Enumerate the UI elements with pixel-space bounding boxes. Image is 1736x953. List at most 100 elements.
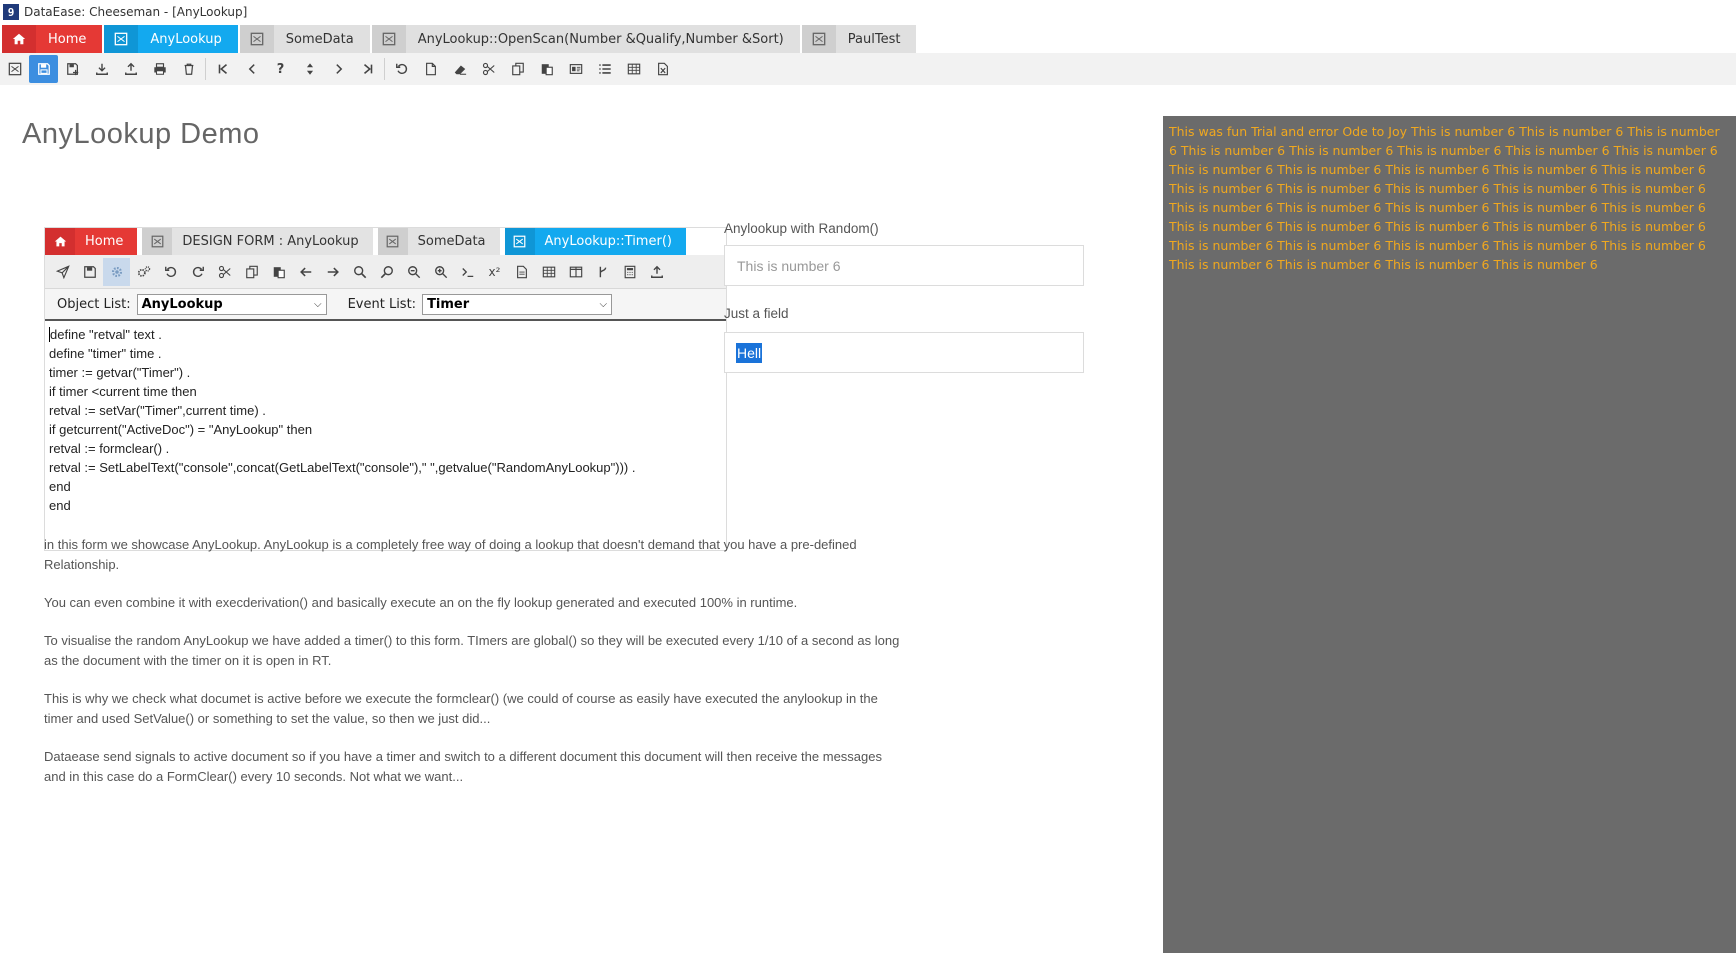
form-properties-icon[interactable] <box>561 55 590 83</box>
save-button[interactable] <box>29 55 58 83</box>
send-icon[interactable] <box>49 258 76 286</box>
code-line: if timer <current time then <box>49 384 197 399</box>
form-icon <box>239 25 274 53</box>
code-line: end <box>49 479 71 494</box>
branch-icon[interactable] <box>589 258 616 286</box>
tab-label: PaulTest <box>847 31 901 47</box>
designer-tab-design-form[interactable]: DESIGN FORM : AnyLookup <box>142 228 373 255</box>
tab-home[interactable]: Home <box>2 25 103 53</box>
selected-text: Hell <box>736 342 763 363</box>
copy-icon[interactable] <box>503 55 532 83</box>
code-line: define "retval" text . <box>50 327 162 342</box>
superscript-icon[interactable]: x² <box>481 258 508 286</box>
print-icon[interactable] <box>145 55 174 83</box>
eraser-icon[interactable] <box>445 55 474 83</box>
toolbar-separator <box>384 58 385 80</box>
cut-icon[interactable] <box>474 55 503 83</box>
terminal-icon[interactable] <box>454 258 481 286</box>
undo-icon[interactable] <box>157 258 184 286</box>
home-icon <box>2 25 36 53</box>
form-view-button[interactable] <box>0 55 29 83</box>
table-icon[interactable] <box>619 55 648 83</box>
settings-gear-icon[interactable] <box>103 257 130 286</box>
paste-icon[interactable] <box>532 55 561 83</box>
query-icon[interactable]: ? <box>266 55 295 83</box>
tab-label: SomeData <box>417 234 486 249</box>
code-line: retval := formclear() . <box>49 441 170 456</box>
description-paragraph: This is why we check what documet is act… <box>44 691 878 726</box>
description-paragraph: Dataease send signals to active document… <box>44 749 882 784</box>
event-list-value: Timer <box>427 296 470 312</box>
app-icon: 9 <box>3 4 19 20</box>
code-editor[interactable]: define "retval" text . define "timer" ti… <box>45 321 726 515</box>
window-title: DataEase: Cheeseman - [AnyLookup] <box>24 5 248 19</box>
tab-anylookup-openscan[interactable]: AnyLookup::OpenScan(Number &Qualify,Numb… <box>371 25 800 53</box>
paste-icon[interactable] <box>265 258 292 286</box>
tab-label: AnyLookup::OpenScan(Number &Qualify,Numb… <box>417 31 784 47</box>
form-icon <box>504 228 535 255</box>
cut-icon[interactable] <box>211 258 238 286</box>
event-list-label: Event List: <box>347 296 417 312</box>
undo-icon[interactable] <box>387 55 416 83</box>
design-form-panel: Home DESIGN FORM : AnyLookup SomeData An… <box>44 227 727 551</box>
table-icon[interactable] <box>535 258 562 286</box>
form-icon <box>371 25 406 53</box>
arrow-right-icon[interactable] <box>319 258 346 286</box>
description-text: in this form we showcase AnyLookup. AnyL… <box>44 535 904 805</box>
code-line: define "timer" time . <box>49 346 162 361</box>
designer-tab-home[interactable]: Home <box>45 228 138 255</box>
upload-icon[interactable] <box>643 258 670 286</box>
sort-icon[interactable] <box>295 55 324 83</box>
event-list-select[interactable]: Timer ⌵ <box>422 293 613 315</box>
upload-icon[interactable] <box>116 55 145 83</box>
zoom-in-icon[interactable] <box>427 258 454 286</box>
tab-label: SomeData <box>285 31 354 47</box>
next-record-icon[interactable] <box>324 55 353 83</box>
code-line: retval := SetLabelText("console",concat(… <box>49 460 636 475</box>
search-icon[interactable] <box>346 258 373 286</box>
delete-icon[interactable] <box>174 55 203 83</box>
console-text: This was fun Trial and error Ode to Joy … <box>1169 124 1720 272</box>
main-tab-bar: Home AnyLookup SomeData AnyLookup::OpenS… <box>0 24 1736 53</box>
download-icon[interactable] <box>87 55 116 83</box>
description-paragraph: You can even combine it with execderivat… <box>44 595 798 610</box>
chevron-down-icon: ⌵ <box>599 298 608 310</box>
tab-anylookup[interactable]: AnyLookup <box>104 25 238 53</box>
home-icon <box>45 228 75 255</box>
description-paragraph: in this form we showcase AnyLookup. AnyL… <box>44 537 857 572</box>
previous-record-icon[interactable] <box>237 55 266 83</box>
tab-label: AnyLookup <box>150 31 222 47</box>
just-a-field-label: Just a field <box>724 306 789 321</box>
form-icon <box>142 228 173 255</box>
arrow-left-icon[interactable] <box>292 258 319 286</box>
object-event-selector-row: Object List: AnyLookup ⌵ Event List: Tim… <box>45 289 726 321</box>
last-record-icon[interactable] <box>353 55 382 83</box>
excel-export-icon[interactable] <box>648 55 677 83</box>
designer-tab-somedata[interactable]: SomeData <box>377 228 500 255</box>
first-record-icon[interactable] <box>208 55 237 83</box>
new-document-icon[interactable] <box>416 55 445 83</box>
designer-tab-timer[interactable]: AnyLookup::Timer() <box>504 228 686 255</box>
random-lookup-field[interactable] <box>724 245 1084 286</box>
save-icon[interactable] <box>76 258 103 286</box>
document-icon[interactable] <box>508 258 535 286</box>
just-a-field-input[interactable]: Hell <box>724 332 1084 373</box>
gears-icon[interactable] <box>130 258 157 286</box>
columns-icon[interactable] <box>562 258 589 286</box>
list-icon[interactable] <box>590 55 619 83</box>
copy-icon[interactable] <box>238 258 265 286</box>
random-lookup-label: Anylookup with Random() <box>724 221 879 236</box>
redo-icon[interactable] <box>184 258 211 286</box>
zoom-out-icon[interactable] <box>400 258 427 286</box>
search-replace-icon[interactable] <box>373 258 400 286</box>
object-list-select[interactable]: AnyLookup ⌵ <box>136 293 327 315</box>
tab-somedata[interactable]: SomeData <box>239 25 370 53</box>
form-icon <box>104 25 139 53</box>
toolbar-separator <box>205 58 206 80</box>
calculator-icon[interactable] <box>616 258 643 286</box>
code-line: end <box>49 498 71 513</box>
tab-paultest[interactable]: PaulTest <box>801 25 917 53</box>
chevron-down-icon: ⌵ <box>313 298 322 310</box>
save-as-button[interactable] <box>58 55 87 83</box>
tab-label: Home <box>48 31 87 47</box>
